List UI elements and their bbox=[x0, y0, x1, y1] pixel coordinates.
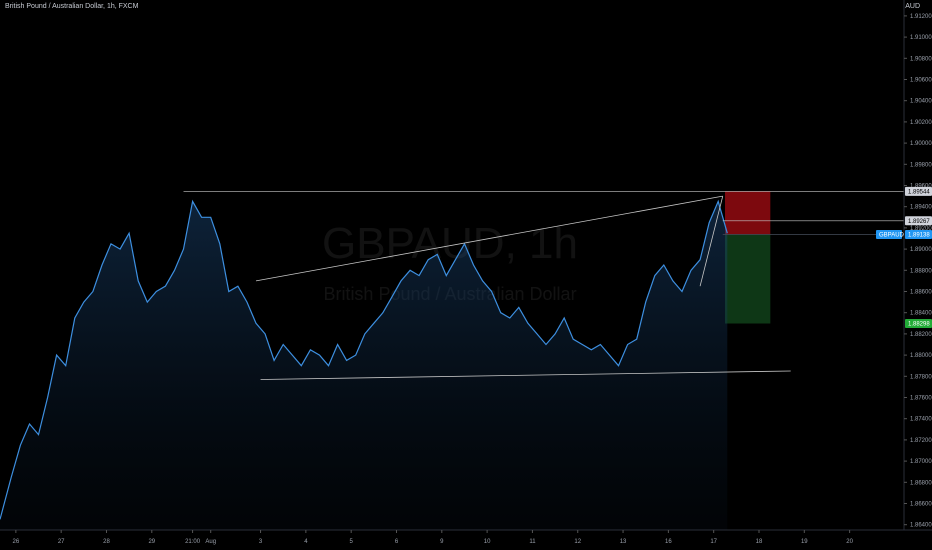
time-tick-label: 29 bbox=[148, 539, 155, 545]
price-tick-label: 1.87800 bbox=[910, 374, 932, 380]
time-tick-label: Aug bbox=[205, 539, 216, 545]
price-tick-label: 1.87600 bbox=[910, 396, 932, 402]
stop-loss-zone bbox=[725, 191, 771, 235]
time-tick-label: 3 bbox=[259, 539, 263, 545]
price-tick-label: 1.88400 bbox=[910, 311, 932, 317]
price-tick-label: 1.88600 bbox=[910, 290, 932, 296]
price-tag-label: 1.88298 bbox=[908, 322, 930, 328]
time-tick-label: 20 bbox=[846, 539, 853, 545]
time-tick-label: 12 bbox=[574, 539, 581, 545]
price-tick-label: 1.91200 bbox=[910, 14, 932, 20]
price-tick-label: 1.89400 bbox=[910, 205, 932, 211]
time-tick-label: 9 bbox=[440, 539, 444, 545]
time-tick-label: 11 bbox=[529, 539, 536, 545]
price-tick-label: 1.86600 bbox=[910, 502, 932, 508]
price-tick-label: 1.87000 bbox=[910, 459, 932, 465]
time-tick-label: 21:00 bbox=[185, 539, 201, 545]
price-tick-label: 1.88000 bbox=[910, 353, 932, 359]
price-tag: 1.89267 bbox=[905, 216, 932, 226]
currency-label: AUD bbox=[905, 3, 920, 10]
time-tick-label: 17 bbox=[710, 539, 717, 545]
price-tick-label: 1.89000 bbox=[910, 247, 932, 253]
price-tick-label: 1.88800 bbox=[910, 268, 932, 274]
price-tag-label: 1.89267 bbox=[908, 219, 930, 225]
price-tick-label: 1.86800 bbox=[910, 480, 932, 486]
price-tick-label: 1.88200 bbox=[910, 332, 932, 338]
price-tag-label: 1.89544 bbox=[908, 189, 930, 195]
price-tag: 1.88298 bbox=[905, 319, 932, 329]
price-chart[interactable]: GBPAUD, 1h British Pound / Australian Do… bbox=[0, 0, 932, 550]
time-tick-label: 27 bbox=[58, 539, 65, 545]
time-tick-label: 5 bbox=[350, 539, 354, 545]
price-tag: 1.89544 bbox=[905, 186, 932, 196]
price-tick-label: 1.90800 bbox=[910, 56, 932, 62]
price-tick-label: 1.90400 bbox=[910, 99, 932, 105]
watermark-symbol: GBPAUD, 1h bbox=[322, 219, 578, 268]
chart-title: British Pound / Australian Dollar, 1h, F… bbox=[5, 3, 139, 10]
price-tick-label: 1.87400 bbox=[910, 417, 932, 423]
time-tick-label: 13 bbox=[620, 539, 627, 545]
symbol-tag: GBPAUD bbox=[876, 229, 905, 239]
time-tick-label: 6 bbox=[395, 539, 399, 545]
price-tick-label: 1.90200 bbox=[910, 120, 932, 126]
price-tick-label: 1.90600 bbox=[910, 78, 932, 84]
time-tick-label: 4 bbox=[304, 539, 308, 545]
price-tick-label: 1.91000 bbox=[910, 35, 932, 41]
time-tick-label: 28 bbox=[103, 539, 110, 545]
time-axis[interactable]: 26 27 28 29 21:00 Aug 3 4 5 6 9 10 11 12 13 16 17 18 19 20 bbox=[13, 530, 854, 545]
price-axis[interactable]: 1.91200 1.91000 1.90800 1.90600 1.90400 1.902… bbox=[904, 14, 932, 529]
time-tick-label: 10 bbox=[484, 539, 491, 545]
time-tick-label: 26 bbox=[13, 539, 20, 545]
time-tick-label: 19 bbox=[801, 539, 808, 545]
take-profit-zone bbox=[725, 234, 771, 324]
price-tick-label: 1.87200 bbox=[910, 438, 932, 444]
time-tick-label: 16 bbox=[665, 539, 672, 545]
price-tag: 1.89138 bbox=[905, 229, 932, 239]
time-tick-label: 18 bbox=[756, 539, 763, 545]
price-tick-label: 1.90000 bbox=[910, 141, 932, 147]
price-tick-label: 1.89800 bbox=[910, 162, 932, 168]
symbol-tag-label: GBPAUD bbox=[879, 232, 905, 238]
price-tag-label: 1.89138 bbox=[908, 232, 930, 238]
price-tick-label: 1.86400 bbox=[910, 523, 932, 529]
